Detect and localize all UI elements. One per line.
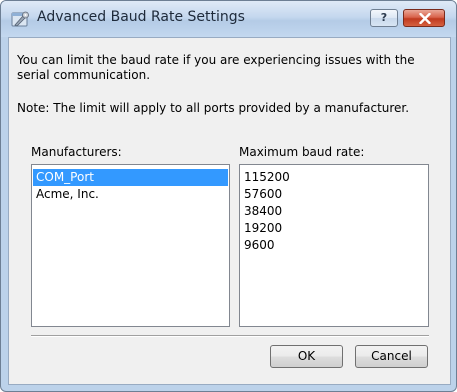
- cancel-button[interactable]: Cancel: [355, 345, 428, 368]
- note-text: Note: The limit will apply to all ports …: [17, 101, 410, 115]
- baud-rate-item-57600[interactable]: 57600: [241, 186, 427, 203]
- help-button[interactable]: ?: [370, 9, 398, 27]
- max-baud-rate-label: Maximum baud rate:: [239, 145, 365, 159]
- manufacturer-item-acme[interactable]: Acme, Inc.: [33, 186, 228, 203]
- title-bar[interactable]: Advanced Baud Rate Settings ?: [1, 1, 456, 37]
- settings-tools-icon: [11, 10, 30, 28]
- button-separator: [31, 335, 429, 337]
- dialog-body: You can limit the baud rate if you are e…: [8, 37, 451, 385]
- ok-button[interactable]: OK: [270, 345, 343, 368]
- baud-rate-item-115200[interactable]: 115200: [241, 169, 427, 186]
- baud-rate-listbox[interactable]: 115200 57600 38400 19200 9600: [239, 164, 429, 327]
- manufacturer-item-com-port[interactable]: COM_Port: [33, 169, 228, 186]
- baud-rate-item-9600[interactable]: 9600: [241, 237, 427, 254]
- description-text-line2: serial communication.: [17, 68, 151, 82]
- baud-rate-item-38400[interactable]: 38400: [241, 203, 427, 220]
- close-icon: [419, 13, 431, 24]
- window-title: Advanced Baud Rate Settings: [37, 9, 245, 25]
- help-icon: ?: [380, 11, 388, 24]
- manufacturers-listbox[interactable]: COM_Port Acme, Inc.: [31, 164, 230, 327]
- manufacturers-label: Manufacturers:: [31, 145, 122, 159]
- baud-rate-item-19200[interactable]: 19200: [241, 220, 427, 237]
- dialog-window: Advanced Baud Rate Settings ? You can li…: [0, 0, 457, 392]
- description-text: You can limit the baud rate if you are e…: [17, 53, 415, 67]
- close-button[interactable]: [403, 9, 445, 27]
